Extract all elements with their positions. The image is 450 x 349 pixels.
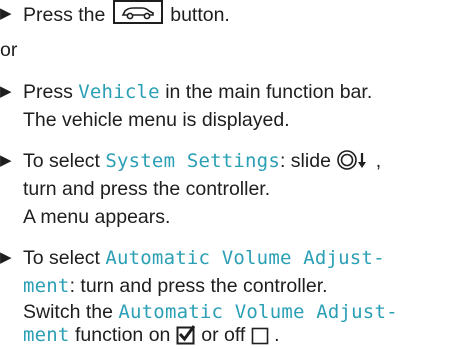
auto-volume-keyword-1b: ment bbox=[23, 275, 70, 297]
step-4-line4a: function on bbox=[74, 324, 171, 346]
vehicle-button-icon bbox=[112, 0, 163, 24]
step-3-comma: , bbox=[375, 150, 382, 172]
step-3-line3: A menu appears. bbox=[23, 206, 171, 228]
step-3: ▶ To select System Settings: slide , bbox=[0, 147, 381, 175]
auto-volume-keyword-2b: ment bbox=[23, 324, 70, 346]
or-text: or bbox=[0, 39, 18, 61]
step-4-pre: To select bbox=[23, 247, 100, 269]
bullet-icon: ▶ bbox=[0, 249, 12, 266]
auto-volume-keyword-1: Automatic Volume Adjust- bbox=[105, 247, 385, 269]
step-3-line2: turn and press the controller. bbox=[23, 178, 271, 200]
step-1-post: button. bbox=[170, 4, 230, 26]
step-3-post: : slide bbox=[279, 150, 331, 172]
step-4-end: . bbox=[274, 324, 280, 346]
checkbox-empty-icon bbox=[251, 324, 274, 346]
auto-volume-keyword-2: Automatic Volume Adjust- bbox=[118, 301, 398, 323]
step-2-pre: Press bbox=[23, 81, 73, 103]
step-2: ▶ Press Vehicle in the main function bar… bbox=[0, 78, 372, 106]
system-settings-keyword: System Settings bbox=[105, 150, 280, 172]
step-1: ▶ Press the button. bbox=[0, 0, 230, 28]
controller-slide-down-icon bbox=[336, 150, 375, 172]
step-2-post: in the main function bar. bbox=[165, 81, 373, 103]
step-4-line4: ment function on or off . bbox=[23, 321, 280, 349]
bullet-icon: ▶ bbox=[0, 152, 12, 169]
step-4-mid: : turn and press the controller. bbox=[69, 275, 328, 297]
step-2-line2: The vehicle menu is displayed. bbox=[23, 109, 290, 131]
step-4: ▶ To select Automatic Volume Adjust- bbox=[0, 244, 385, 272]
step-4-line2: ment: turn and press the controller. bbox=[23, 272, 328, 300]
bullet-icon: ▶ bbox=[0, 5, 12, 22]
step-4-line4b: or off bbox=[201, 324, 246, 346]
step-3-pre: To select bbox=[23, 150, 100, 172]
checkbox-checked-icon bbox=[176, 324, 201, 346]
vehicle-keyword: Vehicle bbox=[78, 81, 160, 103]
step-4-line3a: Switch the bbox=[23, 301, 113, 323]
step-1-pre: Press the bbox=[23, 4, 106, 26]
bullet-icon: ▶ bbox=[0, 83, 12, 100]
